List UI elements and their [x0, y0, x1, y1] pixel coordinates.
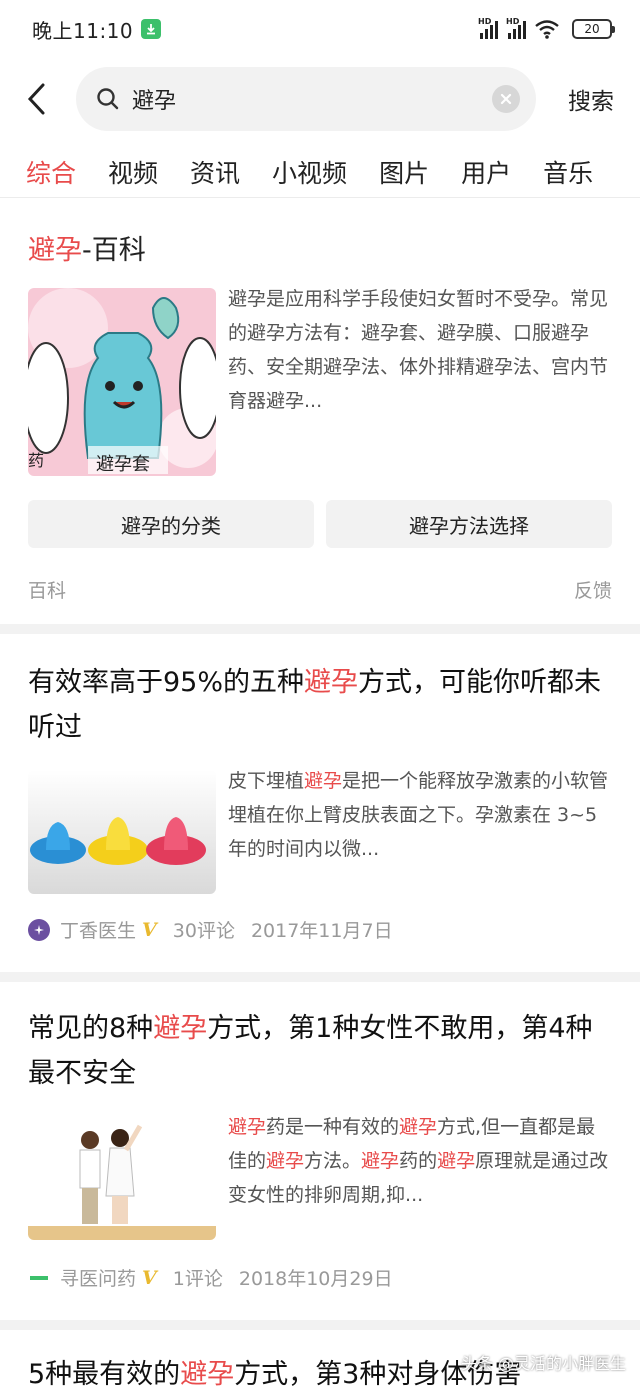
watermark: 头条 @灵活的小胖医生	[460, 1354, 626, 1373]
publish-date: 2017年11月7日	[250, 920, 393, 942]
article-card[interactable]: 常见的8种避孕方式，第1种女性不敢用，第4种最不安全 避孕药是一种有效的避孕方式…	[0, 982, 640, 1320]
article-card[interactable]: 有效率高于95%的五种避孕方式，可能你听都未听过 皮下埋植避孕是把一个能释放孕激…	[0, 634, 640, 972]
article-image[interactable]	[28, 770, 216, 894]
svg-text:药: 药	[28, 451, 44, 470]
verified-badge: V	[142, 918, 157, 941]
comment-count: 30评论	[172, 920, 235, 942]
status-bar: 晚上11:10 HD HD 20	[0, 0, 640, 58]
baike-category-button[interactable]: 避孕的分类	[28, 500, 314, 548]
article-title[interactable]: 有效率高于95%的五种避孕方式，可能你听都未听过	[28, 660, 618, 750]
baike-description: 避孕是应用科学手段使妇女暂时不受孕。常见的避孕方法有：避孕套、避孕膜、口服避孕药…	[228, 288, 609, 412]
tab-users[interactable]: 用户	[461, 154, 511, 190]
search-button[interactable]: 搜索	[568, 82, 614, 116]
text-segment: 有效率高于95%的五种	[28, 667, 305, 698]
battery-level: 20	[584, 22, 600, 36]
publish-date: 2018年10月29日	[238, 1268, 393, 1290]
article-source[interactable]: 丁香医生	[60, 916, 136, 943]
divider	[0, 1320, 640, 1330]
battery-icon: 20	[572, 19, 615, 39]
search-icon	[97, 88, 119, 110]
tab-short-video[interactable]: 小视频	[272, 154, 347, 190]
article-image[interactable]	[28, 1116, 216, 1240]
search-query[interactable]: 避孕	[132, 83, 492, 115]
text-segment: 皮下埋植	[228, 770, 305, 792]
baike-image[interactable]: 避孕套 药	[28, 288, 216, 476]
keyword-highlight: 避孕	[399, 1116, 438, 1138]
article-title[interactable]: 常见的8种避孕方式，第1种女性不敢用，第4种最不安全	[28, 1006, 618, 1096]
tab-video[interactable]: 视频	[108, 154, 158, 190]
status-time: 晚上11:10	[32, 18, 134, 43]
baike-title[interactable]: 避孕-百科	[28, 228, 146, 267]
wifi-icon	[535, 20, 559, 39]
keyword-highlight: 避孕	[304, 667, 359, 698]
keyword-highlight: 避孕	[437, 1150, 476, 1172]
text-segment: 药的	[399, 1150, 438, 1172]
category-tabs: 综合 视频 资讯 小视频 图片 用户 音乐	[0, 146, 640, 198]
download-icon	[141, 19, 162, 39]
verified-badge: V	[142, 1266, 157, 1289]
comment-count: 1评论	[172, 1268, 223, 1290]
search-header: 避孕 搜索	[0, 66, 640, 132]
keyword-highlight: 避孕	[153, 1013, 208, 1044]
baike-method-button[interactable]: 避孕方法选择	[326, 500, 612, 548]
tab-news[interactable]: 资讯	[190, 154, 240, 190]
keyword-highlight: 避孕	[180, 1359, 235, 1386]
tab-images[interactable]: 图片	[379, 154, 429, 190]
keyword-highlight: 避孕	[266, 1150, 305, 1172]
search-input[interactable]: 避孕	[76, 67, 536, 131]
article-meta: 寻医问药 V 1评论 2018年10月29日	[28, 1264, 393, 1291]
divider	[0, 972, 640, 982]
back-arrow-icon	[27, 83, 45, 115]
signal-icon: HD	[478, 17, 498, 39]
text-segment: 常见的8种	[28, 1013, 154, 1044]
text-segment: 药是一种有效的	[266, 1116, 400, 1138]
baike-card[interactable]: 避孕-百科 避孕套 药 避孕是应用科学手段使妇女暂时不受孕。常见的避孕方法有：避…	[0, 200, 640, 624]
baike-source: 百科	[28, 580, 67, 602]
article-source[interactable]: 寻医问药	[60, 1264, 136, 1291]
back-button[interactable]	[0, 66, 72, 132]
article-meta: 丁香医生 V 30评论 2017年11月7日	[28, 916, 393, 943]
clear-icon[interactable]	[492, 85, 520, 113]
keyword-highlight: 避孕	[361, 1150, 400, 1172]
article-description: 皮下埋植避孕是把一个能释放孕激素的小软管埋植在你上臂皮肤表面之下。孕激素在 3~…	[228, 764, 613, 866]
tab-music[interactable]: 音乐	[543, 154, 593, 190]
text-segment: 方法。	[304, 1150, 362, 1172]
source-avatar	[28, 918, 50, 941]
article-description: 避孕药是一种有效的避孕方式,但一直都是最佳的避孕方法。避孕药的避孕原理就是通过改…	[228, 1110, 613, 1212]
text-segment: 5种最有效的	[28, 1359, 181, 1386]
signal-icon-2: HD	[506, 17, 526, 39]
keyword-highlight: 避孕	[228, 1116, 267, 1138]
baike-footer: 百科 反馈	[28, 576, 612, 603]
source-avatar	[28, 1266, 50, 1289]
svg-text:避孕套: 避孕套	[96, 454, 150, 475]
feedback-button[interactable]: 反馈	[574, 576, 612, 603]
keyword-highlight: 避孕	[304, 770, 343, 792]
divider	[0, 624, 640, 634]
tab-all[interactable]: 综合	[26, 154, 76, 190]
